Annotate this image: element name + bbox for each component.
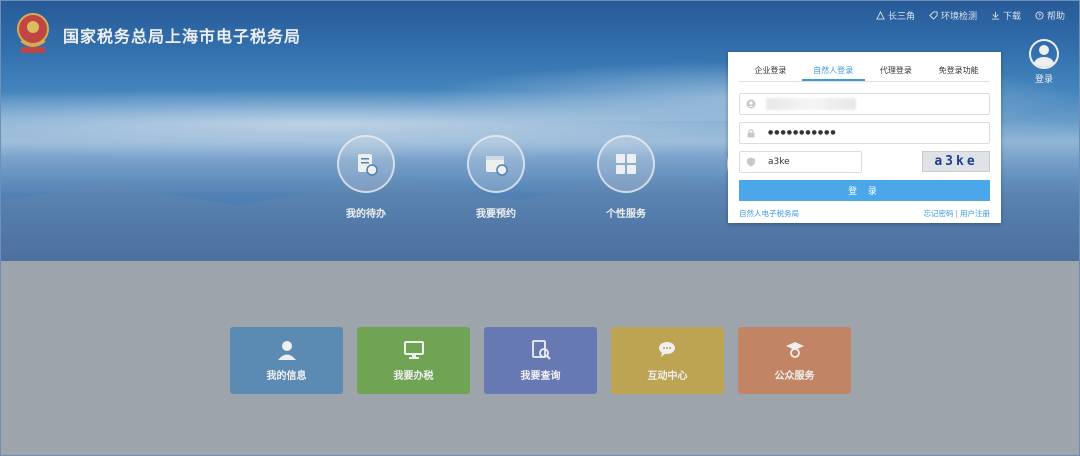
tile-label: 我要办税 xyxy=(393,371,434,382)
nav-label: 帮助 xyxy=(1046,12,1065,22)
user-icon xyxy=(746,99,756,109)
user-login-button[interactable]: 登录 xyxy=(1029,39,1059,85)
search-doc-icon xyxy=(531,340,551,360)
service-appointment[interactable]: 我要预约 xyxy=(431,135,561,220)
browser-frame: 国家税务总局上海市电子税务局 长三角 环境检测 下载 帮助 登录 我的待办 我要… xyxy=(0,0,1080,456)
register-link[interactable]: 用户注册 xyxy=(960,209,990,218)
tile-label: 我要查询 xyxy=(520,371,561,382)
tab-agent-login[interactable]: 代理登录 xyxy=(865,64,928,81)
nav-yangtze-delta[interactable]: 长三角 xyxy=(876,9,915,22)
help-icon xyxy=(1035,11,1044,20)
password-value: ●●●●●●●●●●● xyxy=(768,129,837,136)
grid-icon xyxy=(616,154,636,174)
monitor-icon xyxy=(403,341,424,359)
user-avatar-icon xyxy=(1029,39,1059,69)
link-separator: | xyxy=(955,209,958,218)
tile-label: 公众服务 xyxy=(774,371,815,382)
top-nav: 长三角 环境检测 下载 帮助 xyxy=(876,9,1065,22)
tab-individual-login[interactable]: 自然人登录 xyxy=(801,64,865,81)
lock-icon xyxy=(747,129,755,138)
triangle-icon xyxy=(876,11,885,20)
graduate-icon xyxy=(785,342,804,358)
tag-icon xyxy=(929,11,938,20)
tile-public-service[interactable]: 公众服务 xyxy=(738,327,851,394)
login-button[interactable]: 登 录 xyxy=(739,180,990,201)
service-label: 我要预约 xyxy=(476,209,516,220)
tile-my-info[interactable]: 我的信息 xyxy=(230,327,343,394)
service-label: 个性服务 xyxy=(606,209,646,220)
nav-label: 下载 xyxy=(1002,12,1021,22)
forgot-password-link[interactable]: 忘记密码 xyxy=(923,209,953,218)
shield-icon xyxy=(747,157,755,167)
calendar-clock-icon xyxy=(486,156,508,176)
service-label: 我的待办 xyxy=(346,209,386,220)
service-tiles: 我的信息 我要办税 我要查询 互动中心 公众服务 xyxy=(230,327,851,394)
nav-download[interactable]: 下载 xyxy=(991,9,1021,22)
login-panel: 企业登录 自然人登录 代理登录 免登录功能 ●●●●●●●●●●● a3ke a… xyxy=(728,52,1001,223)
captcha-field[interactable]: a3ke xyxy=(739,151,862,173)
tab-enterprise-login[interactable]: 企业登录 xyxy=(739,64,802,81)
todo-doc-icon xyxy=(358,154,378,176)
captcha-value: a3ke xyxy=(768,157,790,167)
user-login-label: 登录 xyxy=(1034,75,1053,85)
nav-help[interactable]: 帮助 xyxy=(1035,9,1065,22)
service-personalized[interactable]: 个性服务 xyxy=(561,135,691,220)
service-my-todo[interactable]: 我的待办 xyxy=(301,135,431,220)
tile-label: 互动中心 xyxy=(647,371,688,382)
username-field[interactable] xyxy=(739,93,990,115)
tax-emblem-logo xyxy=(17,13,49,53)
chat-icon xyxy=(658,342,675,357)
nav-env-check[interactable]: 环境检测 xyxy=(929,9,977,22)
nav-label: 环境检测 xyxy=(940,12,977,22)
site-title: 国家税务总局上海市电子税务局 xyxy=(63,27,302,46)
username-redacted xyxy=(766,98,856,110)
download-icon xyxy=(991,11,1000,20)
captcha-image[interactable]: a3ke xyxy=(922,151,990,172)
individual-tax-bureau-link[interactable]: 自然人电子税务局 xyxy=(739,208,799,219)
password-field[interactable]: ●●●●●●●●●●● xyxy=(739,122,990,144)
person-icon xyxy=(277,341,296,360)
tile-label: 我的信息 xyxy=(266,371,307,382)
tile-query[interactable]: 我要查询 xyxy=(484,327,597,394)
tile-interaction[interactable]: 互动中心 xyxy=(611,327,724,394)
tile-tax-handling[interactable]: 我要办税 xyxy=(357,327,470,394)
nav-label: 长三角 xyxy=(887,12,915,22)
tab-no-login-functions[interactable]: 免登录功能 xyxy=(927,64,990,81)
login-tabs: 企业登录 自然人登录 代理登录 免登录功能 xyxy=(739,64,990,82)
